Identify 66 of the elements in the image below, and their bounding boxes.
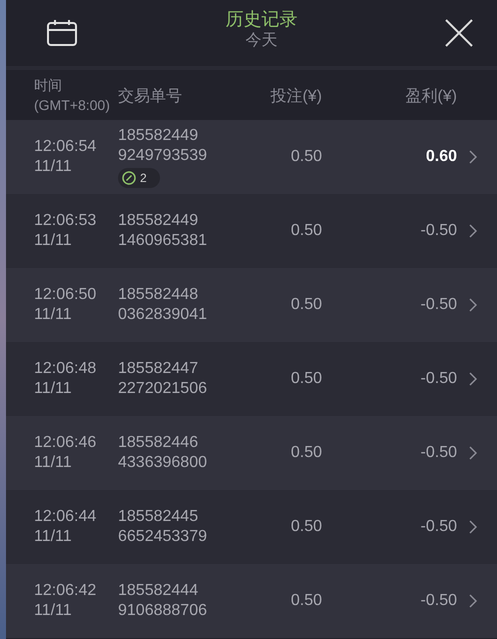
order-number: 9106888706	[118, 601, 208, 621]
stake-amount: 0.50	[290, 221, 322, 241]
time-text: 12:06:42	[34, 581, 98, 601]
column-header: 时间	[34, 76, 62, 95]
history-row[interactable]: 12:06:46 11/11 185582446 4336396800 0.50 -0.50	[6, 416, 497, 490]
profit-amount: -0.50	[420, 369, 457, 389]
stake-amount: 0.50	[290, 443, 322, 463]
order-number: 1460965381	[118, 231, 208, 251]
order-number: 185582449	[118, 126, 200, 146]
column-header: 投注(¥)	[269, 86, 322, 107]
stake-amount: 0.50	[290, 369, 322, 389]
column-header: 盈利(¥)	[404, 86, 457, 107]
chevron-right-icon[interactable]	[469, 298, 477, 312]
order-number: 4336396800	[118, 453, 208, 473]
profit-amount: -0.50	[420, 517, 457, 537]
stake-amount: 0.50	[290, 295, 322, 315]
time-text: 12:06:50	[34, 285, 98, 305]
stake-amount: 0.50	[290, 591, 322, 611]
time-text: 12:06:48	[34, 359, 98, 379]
close-icon[interactable]	[445, 19, 473, 47]
order-number: 185582447	[118, 359, 200, 379]
chevron-right-icon[interactable]	[469, 372, 477, 386]
history-row[interactable]: 12:06:42 11/11 185582444 9106888706 0.50 -0.50	[6, 564, 497, 638]
chevron-right-icon[interactable]	[469, 224, 477, 238]
date-text: 11/11	[34, 157, 73, 177]
date-filter-label: 今天	[246, 31, 278, 51]
history-row[interactable]: 12:06:54 11/11 185582449 9249793539 2 0.50 0.60	[6, 120, 497, 194]
chevron-right-icon[interactable]	[469, 446, 477, 460]
order-number: 185582444	[118, 581, 200, 601]
date-text: 11/11	[34, 231, 73, 251]
chevron-right-icon[interactable]	[469, 594, 477, 608]
history-row[interactable]: 12:06:44 11/11 185582445 6652453379 0.50 -0.50	[6, 490, 497, 564]
time-text: 12:06:53	[34, 211, 98, 231]
date-text: 11/11	[34, 379, 73, 399]
column-header: 交易单号	[118, 86, 183, 107]
order-number: 9249793539	[118, 146, 208, 166]
order-number: 0362839041	[118, 305, 208, 325]
date-text: 11/11	[34, 527, 73, 547]
chevron-right-icon[interactable]	[469, 150, 477, 164]
order-number: 185582445	[118, 507, 200, 527]
calendar-icon[interactable]	[46, 19, 78, 47]
date-text: 11/11	[34, 601, 73, 621]
profit-amount: -0.50	[420, 591, 457, 611]
order-number: 2272021506	[118, 379, 208, 399]
history-row[interactable]: 12:06:48 11/11 185582447 2272021506 0.50 -0.50	[6, 342, 497, 416]
stake-amount: 0.50	[290, 147, 322, 167]
profit-amount: -0.50	[420, 295, 457, 315]
order-number: 185582448	[118, 285, 200, 305]
column-header: (GMT+8:00)	[34, 96, 110, 115]
link-count-badge: 2	[118, 168, 160, 188]
stake-amount: 0.50	[290, 517, 322, 537]
profit-amount: 0.60	[424, 147, 457, 167]
profit-amount: -0.50	[420, 443, 457, 463]
time-text: 12:06:54	[34, 137, 98, 157]
date-text: 11/11	[34, 305, 73, 325]
order-number: 185582446	[118, 433, 200, 453]
date-text: 11/11	[34, 453, 73, 473]
order-number: 6652453379	[118, 527, 208, 547]
history-row[interactable]: 12:06:50 11/11 185582448 0362839041 0.50 -0.50	[6, 268, 497, 342]
time-text: 12:06:44	[34, 507, 98, 527]
history-title: 历史记录	[226, 8, 298, 31]
order-number: 185582449	[118, 211, 200, 231]
history-row[interactable]: 12:06:53 11/11 185582449 1460965381 0.50 -0.50	[6, 194, 497, 268]
profit-amount: -0.50	[420, 221, 457, 241]
time-text: 12:06:46	[34, 433, 98, 453]
chevron-right-icon[interactable]	[469, 520, 477, 534]
